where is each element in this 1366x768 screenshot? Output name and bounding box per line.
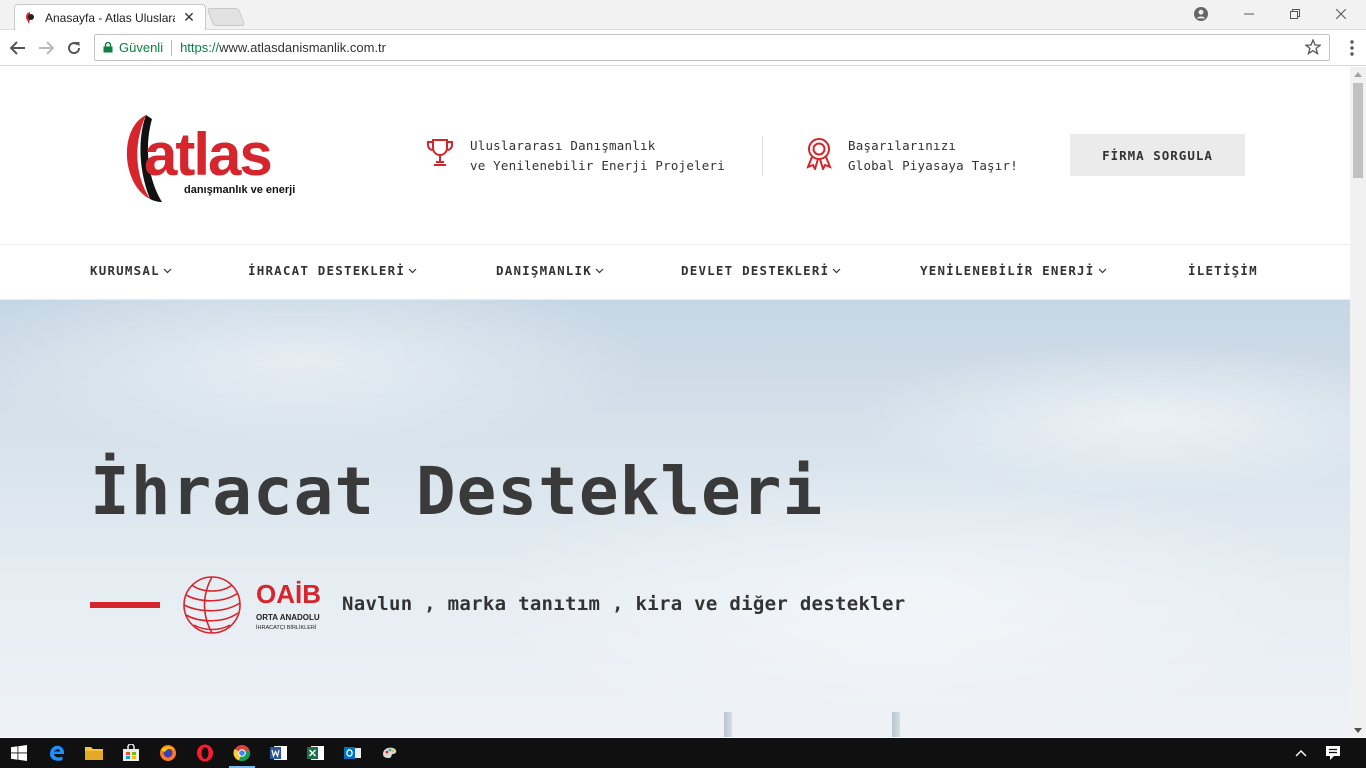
hero-banner: İhracat Destekleri OAİB ORTA ANADOLU İHR… [0, 300, 1350, 737]
minimize-icon[interactable] [1234, 4, 1264, 24]
chevron-down-icon [832, 268, 841, 273]
info-line: Global Piyasaya Taşır! [848, 158, 1018, 173]
oaib-logo[interactable]: OAİB ORTA ANADOLU İHRACATÇI BİRLİKLERİ [180, 575, 325, 635]
hero-title: İhracat Destekleri [90, 453, 824, 530]
atlas-logo[interactable]: atlas danışmanlık ve enerji [124, 107, 304, 203]
chevron-up-icon[interactable] [1290, 742, 1312, 764]
paint-icon[interactable] [379, 742, 401, 764]
oaib-logo-name: OAİB [256, 579, 321, 609]
chevron-down-icon [1098, 268, 1106, 273]
url-host: www.atlasdanismanlik.com.tr [219, 40, 386, 55]
page-scrollbar[interactable] [1350, 67, 1366, 737]
edge-browser-icon[interactable] [46, 742, 68, 764]
nav-item-yenilenebilir-enerji[interactable]: YENİLENEBİLİR ENERJİ [920, 263, 1107, 278]
oaib-logo-line1: ORTA ANADOLU [256, 613, 320, 622]
browser-tab-strip: Anasayfa - Atlas Uluslara ✕ [0, 0, 1366, 30]
nav-item-kurumsal[interactable]: KURUMSAL [90, 263, 172, 278]
omnibox[interactable]: Güvenli https://www.atlasdanismanlik.com… [94, 34, 1330, 61]
nav-item-label: KURUMSAL [90, 263, 160, 278]
nav-item-label: DEVLET DESTEKLERİ [681, 263, 830, 278]
info-line: Uluslararası Danışmanlık [470, 138, 656, 153]
nav-item-label: DANIŞMANLIK [496, 263, 592, 278]
nav-item-iletisim[interactable]: İLETİŞİM [1188, 263, 1258, 278]
nav-item-danismanlik[interactable]: DANIŞMANLIK [496, 263, 604, 278]
background-pole [892, 712, 900, 737]
tab-title: Anasayfa - Atlas Uluslara [45, 10, 175, 25]
logo-word: atlas [144, 121, 271, 188]
info-text-global: Başarılarınızı Global Piyasaya Taşır! [848, 136, 1018, 176]
info-line: Başarılarınızı [848, 138, 957, 153]
nav-item-devlet-destekleri[interactable]: DEVLET DESTEKLERİ [681, 263, 841, 278]
excel-icon[interactable] [305, 742, 327, 764]
store-icon[interactable] [120, 742, 142, 764]
nav-item-label: İLETİŞİM [1188, 263, 1258, 278]
hero-accent-line [90, 602, 160, 608]
browser-tab[interactable]: Anasayfa - Atlas Uluslara ✕ [14, 4, 206, 30]
info-block-projects: Uluslararası Danışmanlık ve Yenilenebili… [424, 136, 725, 176]
info-line: ve Yenilenebilir Enerji Projeleri [470, 158, 725, 173]
chevron-down-icon [595, 268, 604, 273]
nav-item-label: YENİLENEBİLİR ENERJİ [920, 263, 1095, 278]
nav-item-label: İHRACAT DESTEKLERİ [248, 263, 406, 278]
chevron-down-icon [163, 268, 172, 273]
info-divider [762, 136, 763, 176]
scroll-up-icon[interactable] [1350, 67, 1366, 81]
site-favicon-icon [23, 11, 37, 25]
windows-taskbar [0, 738, 1366, 768]
firma-sorgula-button[interactable]: FİRMA SORGULA [1070, 134, 1245, 176]
info-text-projects: Uluslararası Danışmanlık ve Yenilenebili… [470, 136, 725, 176]
bookmark-star-icon[interactable] [1303, 38, 1323, 60]
restore-icon[interactable] [1280, 4, 1310, 24]
web-page: atlas danışmanlık ve enerji Uluslararası… [0, 67, 1350, 737]
main-navigation: KURUMSAL İHRACAT DESTEKLERİ DANIŞMANLIK … [0, 244, 1350, 300]
file-explorer-icon[interactable] [83, 742, 105, 764]
oaib-logo-line2: İHRACATÇI BİRLİKLERİ [256, 624, 317, 631]
info-block-global: Başarılarınızı Global Piyasaya Taşır! [804, 136, 1018, 176]
tab-close-icon[interactable]: ✕ [181, 9, 197, 26]
close-window-icon[interactable] [1326, 4, 1356, 24]
trophy-icon [424, 136, 456, 175]
award-ribbon-icon [804, 136, 834, 175]
chevron-down-icon [408, 268, 417, 273]
back-arrow-icon[interactable] [6, 36, 30, 60]
outlook-icon[interactable] [342, 742, 364, 764]
site-header: atlas danışmanlık ve enerji Uluslararası… [0, 67, 1350, 244]
profile-icon[interactable] [1186, 4, 1216, 24]
lock-icon [103, 42, 113, 53]
omnibox-divider [171, 39, 173, 56]
address-bar-row: Güvenli https://www.atlasdanismanlik.com… [0, 30, 1366, 66]
url-scheme: https:// [180, 40, 220, 55]
nav-item-ihracat-destekleri[interactable]: İHRACAT DESTEKLERİ [248, 263, 417, 278]
hero-subtitle: Navlun , marka tanıtım , kira ve diğer d… [342, 593, 906, 615]
reload-icon[interactable] [62, 36, 86, 60]
secure-indicator[interactable]: Güvenli [103, 40, 163, 55]
background-pole [724, 712, 732, 737]
browser-menu-icon[interactable] [1350, 40, 1354, 61]
word-icon[interactable] [268, 742, 290, 764]
chrome-icon[interactable] [231, 742, 253, 764]
logo-tagline: danışmanlık ve enerji [184, 184, 295, 196]
scrollbar-thumb[interactable] [1353, 83, 1363, 178]
forward-arrow-icon[interactable] [34, 36, 58, 60]
scroll-down-icon[interactable] [1350, 723, 1366, 737]
url-text[interactable]: https://www.atlasdanismanlik.com.tr [180, 40, 386, 55]
action-center-icon[interactable] [1322, 742, 1344, 764]
windows-start-icon[interactable] [8, 742, 30, 764]
secure-label: Güvenli [119, 40, 164, 55]
opera-icon[interactable] [194, 742, 216, 764]
firefox-icon[interactable] [157, 742, 179, 764]
new-tab-button[interactable] [206, 8, 246, 26]
